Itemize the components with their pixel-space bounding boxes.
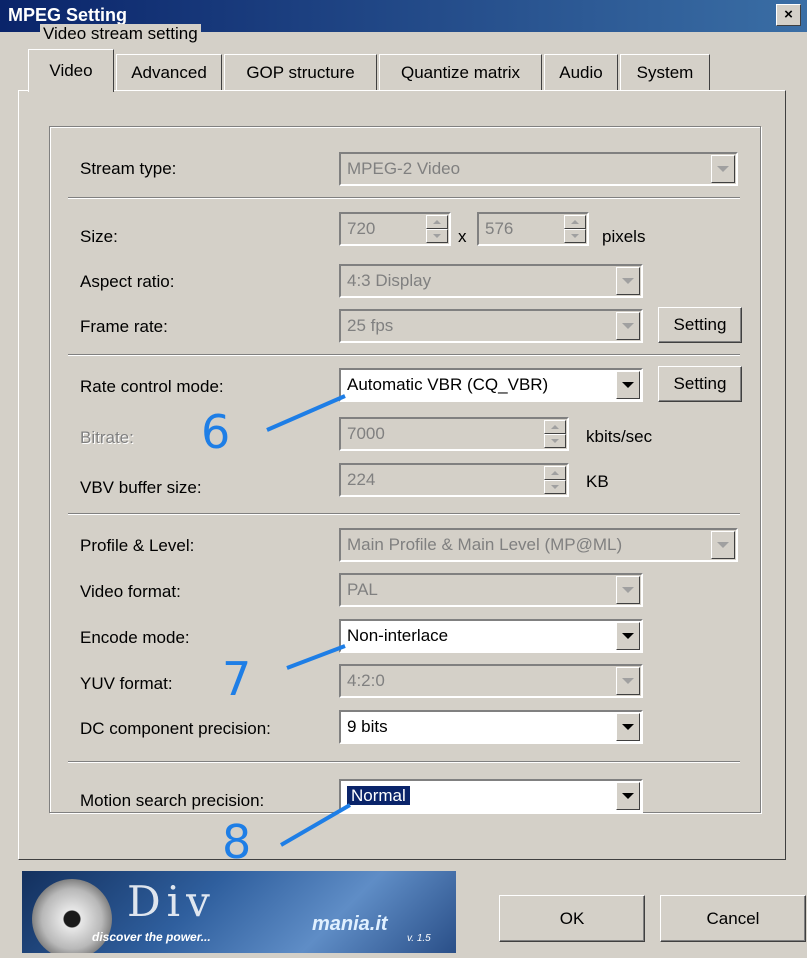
spin-up-icon[interactable]	[544, 466, 566, 480]
window-title: MPEG Setting	[8, 5, 128, 25]
vbv-label: VBV buffer size:	[80, 478, 202, 497]
chevron-down-icon	[616, 576, 640, 604]
dc-precision-label: DC component precision:	[80, 719, 271, 738]
tab-gop-structure[interactable]: GOP structure	[224, 54, 377, 90]
size-label: Size:	[80, 227, 118, 246]
tab-video[interactable]: Video	[28, 49, 114, 92]
chevron-down-icon	[616, 713, 640, 741]
motion-search-select[interactable]: Normal	[339, 779, 643, 813]
tab-system[interactable]: System	[620, 54, 710, 90]
profile-level-label: Profile & Level:	[80, 536, 195, 555]
yuv-format-label: YUV format:	[80, 674, 173, 693]
spin-up-icon[interactable]	[544, 420, 566, 434]
profile-level-select[interactable]: Main Profile & Main Level (MP@ML)	[339, 528, 738, 562]
aspect-ratio-label: Aspect ratio:	[80, 272, 175, 291]
logo-version: v. 1.5	[407, 933, 431, 944]
chevron-down-icon	[616, 267, 640, 295]
chevron-down-icon	[616, 782, 640, 810]
rate-control-label: Rate control mode:	[80, 377, 224, 396]
frame-rate-setting-button[interactable]: Setting	[658, 307, 742, 343]
divider	[68, 761, 740, 763]
aspect-ratio-select[interactable]: 4:3 Display	[339, 264, 643, 298]
group-title: Video stream setting	[40, 24, 201, 44]
chevron-down-icon	[616, 312, 640, 340]
spin-up-icon[interactable]	[564, 215, 586, 229]
bitrate-label: Bitrate:	[80, 428, 134, 447]
cancel-button[interactable]: Cancel	[660, 895, 806, 942]
tab-advanced[interactable]: Advanced	[116, 54, 222, 90]
logo-site: mania.it	[312, 913, 388, 935]
annotation-7: 7	[222, 652, 252, 706]
chevron-down-icon	[616, 622, 640, 650]
encode-mode-label: Encode mode:	[80, 628, 190, 647]
encode-mode-select[interactable]: Non-interlace	[339, 619, 643, 653]
close-button[interactable]: ×	[776, 4, 801, 26]
chevron-down-icon	[616, 371, 640, 399]
divx-mania-logo: Div discover the power... mania.it v. 1.…	[22, 871, 456, 953]
annotation-6: 6	[201, 405, 231, 459]
size-separator: x	[458, 227, 467, 246]
yuv-format-select[interactable]: 4:2:0	[339, 664, 643, 698]
frame-rate-label: Frame rate:	[80, 317, 168, 336]
spin-down-icon[interactable]	[426, 229, 448, 243]
divider	[68, 354, 740, 356]
height-spinner[interactable]: 576	[477, 212, 589, 246]
frame-rate-select[interactable]: 25 fps	[339, 309, 643, 343]
stream-type-label: Stream type:	[80, 159, 177, 178]
divider	[68, 197, 740, 199]
bitrate-spinner[interactable]: 7000	[339, 417, 569, 451]
dc-precision-select[interactable]: 9 bits	[339, 710, 643, 744]
spin-down-icon[interactable]	[564, 229, 586, 243]
width-spinner[interactable]: 720	[339, 212, 451, 246]
stream-type-select[interactable]: MPEG-2 Video	[339, 152, 738, 186]
tab-audio[interactable]: Audio	[544, 54, 618, 90]
logo-tagline: discover the power...	[92, 930, 211, 944]
chevron-down-icon	[711, 531, 735, 559]
divider	[68, 513, 740, 515]
rate-control-setting-button[interactable]: Setting	[658, 366, 742, 402]
ok-button[interactable]: OK	[499, 895, 645, 942]
vbv-spinner[interactable]: 224	[339, 463, 569, 497]
motion-search-label: Motion search precision:	[80, 791, 265, 810]
annotation-8: 8	[222, 815, 252, 869]
spin-up-icon[interactable]	[426, 215, 448, 229]
bitrate-unit: kbits/sec	[586, 427, 653, 446]
vbv-unit: KB	[586, 472, 609, 491]
tab-quantize-matrix[interactable]: Quantize matrix	[379, 54, 542, 90]
size-unit: pixels	[602, 227, 646, 246]
close-icon: ×	[784, 6, 793, 23]
rate-control-select[interactable]: Automatic VBR (CQ_VBR)	[339, 368, 643, 402]
chevron-down-icon	[711, 155, 735, 183]
spin-down-icon[interactable]	[544, 480, 566, 494]
chevron-down-icon	[616, 667, 640, 695]
spin-down-icon[interactable]	[544, 434, 566, 448]
video-format-select[interactable]: PAL	[339, 573, 643, 607]
logo-main-text: Div	[127, 877, 216, 926]
video-format-label: Video format:	[80, 582, 181, 601]
